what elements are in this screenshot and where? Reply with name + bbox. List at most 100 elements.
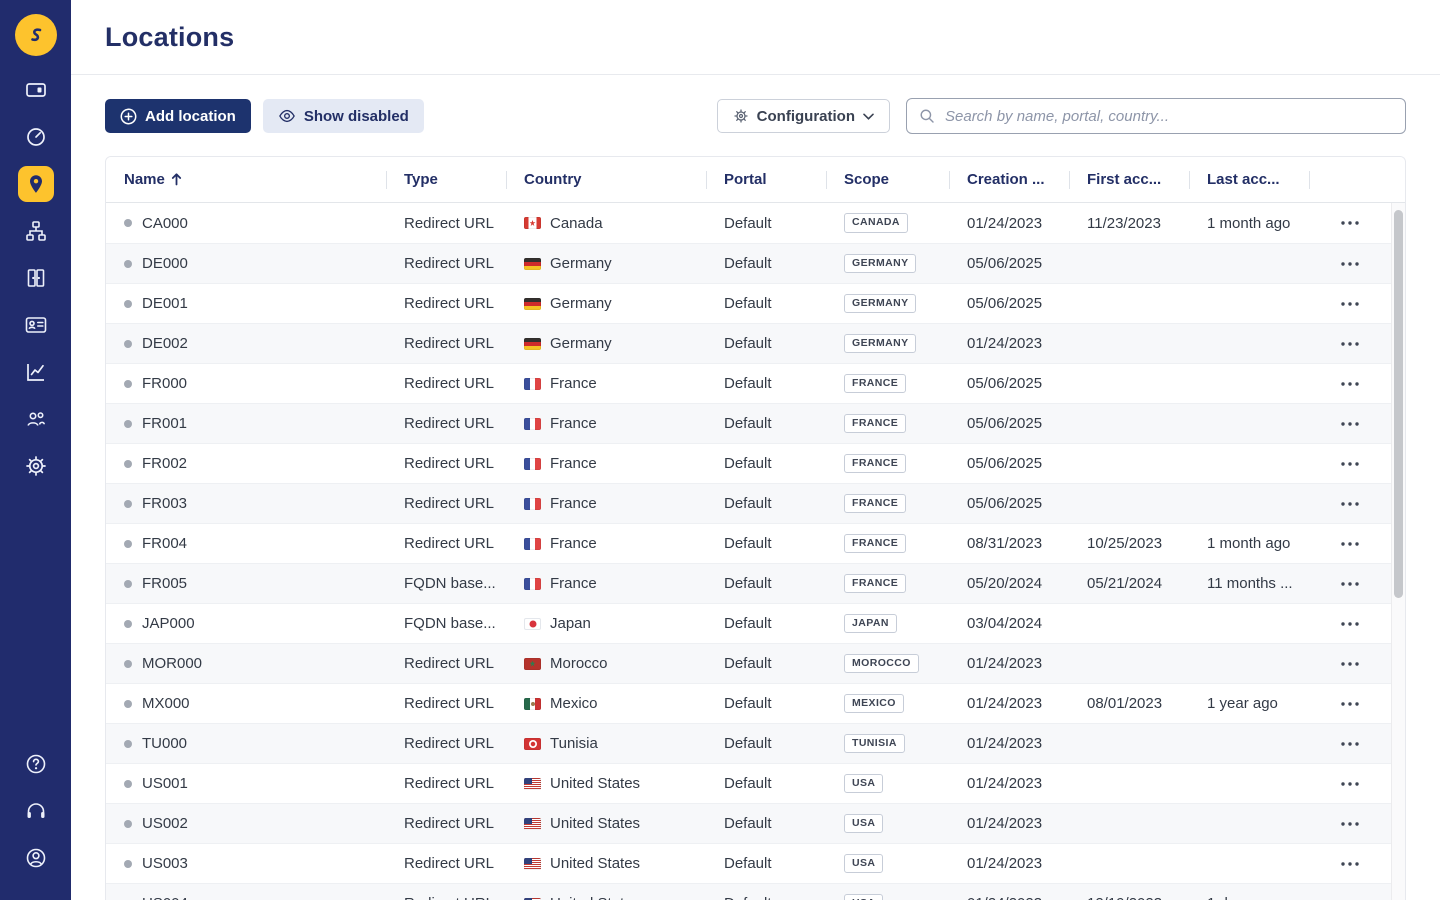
creation-cell: 01/24/2023 (949, 844, 1069, 883)
creation-cell: 01/24/2023 (949, 764, 1069, 803)
country-cell: Germany (506, 284, 706, 323)
sidebar-item-support[interactable] (18, 793, 54, 829)
sidebar-item-card[interactable] (18, 72, 54, 108)
row-actions-button[interactable] (1333, 776, 1367, 792)
table-row[interactable]: MX000 Redirect URL Mexico Default MEXICO… (106, 683, 1405, 723)
last-access-cell: 11 months ... (1189, 564, 1309, 603)
location-name: FR001 (142, 415, 187, 432)
table-row[interactable]: TU000 Redirect URL Tunisia Default TUNIS… (106, 723, 1405, 763)
row-actions-button[interactable] (1333, 536, 1367, 552)
last-access-cell: 1 d... (1189, 884, 1309, 900)
table-row[interactable]: JAP000 FQDN base... Japan Default JAPAN … (106, 603, 1405, 643)
row-actions-button[interactable] (1333, 816, 1367, 832)
first-access-cell (1069, 404, 1189, 443)
country-cell: France (506, 444, 706, 483)
row-actions-button[interactable] (1333, 376, 1367, 392)
search-input[interactable] (906, 98, 1406, 134)
table-row[interactable]: CA000 Redirect URL Canada Default CANADA… (106, 203, 1405, 243)
table-row[interactable]: FR003 Redirect URL France Default FRANCE… (106, 483, 1405, 523)
column-header-portal[interactable]: Portal (706, 157, 826, 202)
table-row[interactable]: US001 Redirect URL United States Default… (106, 763, 1405, 803)
row-actions-button[interactable] (1333, 456, 1367, 472)
row-actions-button[interactable] (1333, 496, 1367, 512)
row-actions-button[interactable] (1333, 576, 1367, 592)
scope-badge: CANADA (844, 213, 908, 233)
column-header-scope[interactable]: Scope (826, 157, 949, 202)
column-header-name[interactable]: Name (106, 157, 386, 202)
table-row[interactable]: DE002 Redirect URL Germany Default GERMA… (106, 323, 1405, 363)
show-disabled-button[interactable]: Show disabled (263, 99, 424, 133)
row-actions-button[interactable] (1333, 215, 1367, 231)
scope-cell: CANADA (826, 203, 949, 243)
type-cell: Redirect URL (386, 884, 506, 900)
first-access-cell (1069, 364, 1189, 403)
sidebar (0, 0, 71, 900)
first-access-cell (1069, 444, 1189, 483)
table-row[interactable]: DE001 Redirect URL Germany Default GERMA… (106, 283, 1405, 323)
name-cell: FR004 (106, 524, 386, 563)
column-header-creation[interactable]: Creation ... (949, 157, 1069, 202)
name-cell: CA000 (106, 203, 386, 243)
sidebar-item-users[interactable] (18, 401, 54, 437)
scope-badge: USA (844, 854, 883, 874)
row-actions-button[interactable] (1333, 656, 1367, 672)
first-access-cell (1069, 284, 1189, 323)
sidebar-item-contacts[interactable] (18, 307, 54, 343)
table-row[interactable]: FR002 Redirect URL France Default FRANCE… (106, 443, 1405, 483)
row-actions-button[interactable] (1333, 336, 1367, 352)
last-access-cell (1189, 404, 1309, 443)
portal-cell: Default (706, 524, 826, 563)
row-actions-button[interactable] (1333, 896, 1367, 900)
column-header-last-access[interactable]: Last acc... (1189, 157, 1309, 202)
type-cell: Redirect URL (386, 724, 506, 763)
first-access-cell (1069, 804, 1189, 843)
row-actions-button[interactable] (1333, 256, 1367, 272)
sidebar-item-network[interactable] (18, 213, 54, 249)
add-location-button[interactable]: Add location (105, 99, 251, 133)
table-row[interactable]: US004 Redirect URL United States Default… (106, 883, 1405, 900)
table-row[interactable]: FR000 Redirect URL France Default FRANCE… (106, 363, 1405, 403)
status-dot-icon (124, 620, 132, 628)
portal-cell: Default (706, 564, 826, 603)
column-header-type[interactable]: Type (386, 157, 506, 202)
first-access-cell (1069, 244, 1189, 283)
creation-cell: 01/24/2023 (949, 203, 1069, 243)
row-actions-button[interactable] (1333, 296, 1367, 312)
creation-cell: 01/24/2023 (949, 644, 1069, 683)
sidebar-item-locations[interactable] (18, 166, 54, 202)
table-row[interactable]: FR004 Redirect URL France Default FRANCE… (106, 523, 1405, 563)
table-row[interactable]: US002 Redirect URL United States Default… (106, 803, 1405, 843)
configuration-button[interactable]: Configuration (717, 99, 890, 133)
table-row[interactable]: MOR000 Redirect URL Morocco Default MORO… (106, 643, 1405, 683)
sidebar-item-settings[interactable] (18, 448, 54, 484)
location-name: DE002 (142, 335, 188, 352)
country-flag-icon (524, 298, 541, 310)
sidebar-item-dashboard[interactable] (18, 119, 54, 155)
table-row[interactable]: DE000 Redirect URL Germany Default GERMA… (106, 243, 1405, 283)
row-actions-button[interactable] (1333, 856, 1367, 872)
sidebar-item-account[interactable] (18, 840, 54, 876)
row-actions-button[interactable] (1333, 616, 1367, 632)
type-cell: Redirect URL (386, 404, 506, 443)
column-header-first-access[interactable]: First acc... (1069, 157, 1189, 202)
name-cell: DE001 (106, 284, 386, 323)
vertical-scrollbar-thumb[interactable] (1394, 210, 1403, 598)
first-access-cell (1069, 644, 1189, 683)
eye-icon (278, 107, 296, 125)
row-actions-button[interactable] (1333, 736, 1367, 752)
sidebar-item-analytics[interactable] (18, 354, 54, 390)
portal-cell: Default (706, 244, 826, 283)
country-flag-icon (524, 578, 541, 590)
row-actions-button[interactable] (1333, 696, 1367, 712)
row-actions-button[interactable] (1333, 416, 1367, 432)
name-cell: DE000 (106, 244, 386, 283)
column-header-country[interactable]: Country (506, 157, 706, 202)
name-cell: US002 (106, 804, 386, 843)
sidebar-item-help[interactable] (18, 746, 54, 782)
table-row[interactable]: US003 Redirect URL United States Default… (106, 843, 1405, 883)
sidebar-item-doors[interactable] (18, 260, 54, 296)
status-dot-icon (124, 500, 132, 508)
table-row[interactable]: FR005 FQDN base... France Default FRANCE… (106, 563, 1405, 603)
last-access-cell: 1 month ago (1189, 203, 1309, 243)
table-row[interactable]: FR001 Redirect URL France Default FRANCE… (106, 403, 1405, 443)
